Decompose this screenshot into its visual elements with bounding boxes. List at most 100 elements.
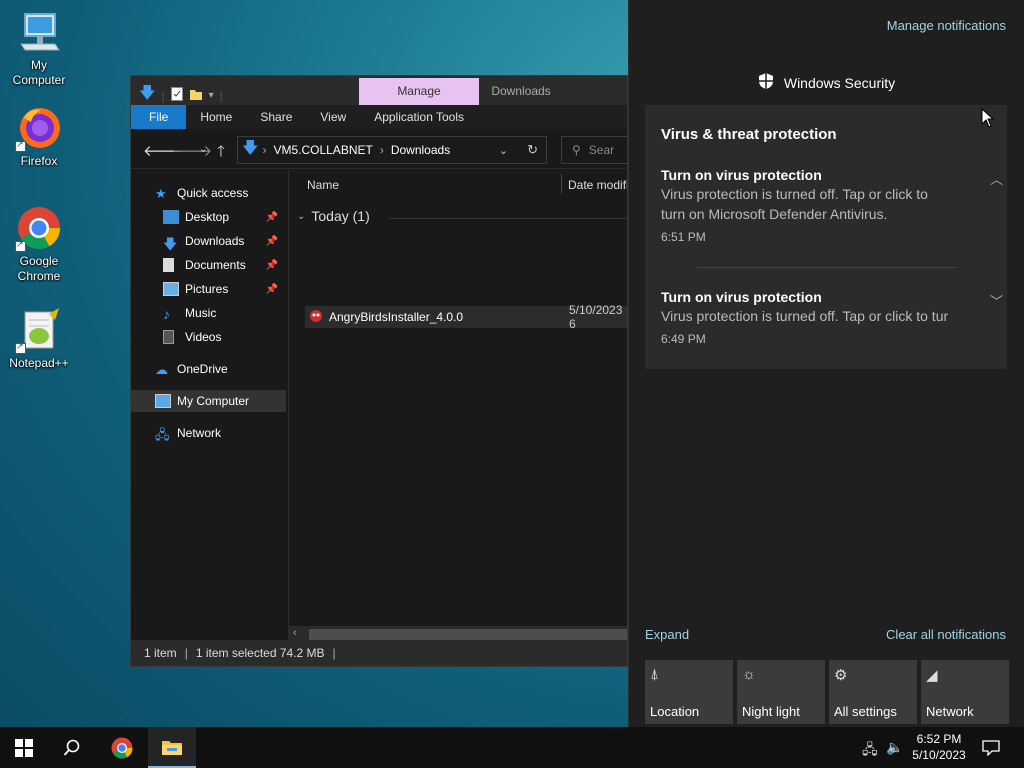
customize-qat-icon[interactable]: ▾	[209, 90, 214, 101]
window-title-downloads: Downloads	[491, 84, 551, 98]
nav-quick-access[interactable]: ★ Quick access	[131, 182, 286, 204]
notification-item[interactable]: Turn on virus protection Virus protectio…	[661, 289, 1003, 346]
nav-downloads[interactable]: 🡇 Downloads 📌	[131, 230, 286, 252]
quick-action-all-settings[interactable]: ⚙ All settings	[829, 660, 917, 724]
tab-application-tools[interactable]: Application Tools	[360, 105, 478, 129]
network-icon: 🖧	[155, 427, 170, 442]
navigation-pane: ★ Quick access Desktop 📌 🡇 Downloads 📌 D…	[131, 170, 288, 640]
quick-access-toolbar: 🡇 | ▾ |	[139, 82, 223, 109]
location-icon: ⍋	[650, 666, 660, 683]
file-name: AngryBirdsInstaller_4.0.0	[329, 310, 464, 324]
videos-icon	[163, 330, 174, 344]
column-headers: Name Date modifi	[289, 170, 627, 196]
mouse-cursor-icon	[981, 108, 995, 128]
group-header-today[interactable]: ⌄ Today (1)	[297, 208, 370, 224]
desktop-icon-firefox[interactable]: Firefox	[4, 104, 74, 169]
breadcrumb-current[interactable]: Downloads	[391, 143, 450, 157]
pin-icon: 📌	[265, 211, 278, 223]
desktop-icon-my-computer[interactable]: My Computer	[4, 8, 74, 88]
new-folder-icon[interactable]	[189, 87, 203, 104]
breadcrumb-root[interactable]: VM5.COLLABNET	[273, 143, 372, 157]
address-dropdown-icon[interactable]: ⌄	[499, 144, 508, 157]
windows-logo-icon	[15, 738, 33, 757]
desktop-icon-label: Notepad++	[9, 356, 69, 370]
nav-onedrive[interactable]: ☁ OneDrive	[131, 358, 286, 380]
notification-time: 6:51 PM	[661, 230, 706, 244]
collapse-chevron-icon: ⌄	[297, 210, 306, 222]
network-icon: ◢	[926, 667, 938, 684]
nav-network[interactable]: 🖧 Network	[131, 422, 286, 444]
up-arrow-icon[interactable]: 🡑	[217, 141, 225, 166]
nav-label: Music	[185, 306, 217, 320]
network-tray-icon[interactable]: 🖧	[862, 739, 878, 763]
nav-documents[interactable]: Documents 📌	[131, 254, 286, 276]
tab-manage[interactable]: Manage	[359, 78, 479, 105]
quick-action-network[interactable]: ◢ Network	[921, 660, 1009, 724]
column-name[interactable]: Name	[307, 178, 339, 192]
notification-item[interactable]: Turn on virus protection Virus protectio…	[661, 167, 1003, 244]
column-divider[interactable]	[561, 174, 562, 194]
documents-icon	[163, 258, 174, 272]
start-button[interactable]	[0, 727, 48, 768]
file-list: Name Date modifi ⌄ Today (1) AngryBirdsI…	[289, 170, 627, 640]
desktop-icon-chrome[interactable]: Google Chrome	[4, 204, 74, 284]
notification-body-line1: Virus protection is turned off. Tap or c…	[661, 186, 928, 202]
recent-locations-icon[interactable]: ⌄	[199, 144, 207, 155]
taskbar-chrome[interactable]	[98, 727, 146, 768]
desktop-icon-notepadpp[interactable]: Notepad++	[4, 306, 74, 371]
nav-videos[interactable]: Videos	[131, 326, 286, 348]
scrollbar-thumb[interactable]	[309, 629, 627, 640]
expand-chevron-icon[interactable]: ﹀	[990, 291, 1003, 310]
download-arrow-icon[interactable]: 🡇	[139, 82, 155, 109]
star-icon: ★	[155, 186, 167, 201]
search-box[interactable]: ⚲ Sear	[561, 136, 627, 164]
properties-icon[interactable]	[170, 87, 183, 104]
nav-desktop[interactable]: Desktop 📌	[131, 206, 286, 228]
tab-share[interactable]: Share	[246, 105, 306, 129]
title-bar: 🡇 | ▾ | Manage Downloads	[131, 76, 627, 105]
notification-icon	[982, 739, 1000, 756]
action-center-button[interactable]	[968, 727, 1014, 768]
address-bar[interactable]: 🡇 › VM5.COLLABNET › Downloads ⌄ ↻	[237, 136, 547, 164]
app-name: Windows Security	[783, 74, 896, 91]
notification-divider	[697, 267, 957, 268]
shortcut-arrow-icon	[15, 341, 26, 354]
file-row[interactable]: AngryBirdsInstaller_4.0.0 5/10/2023 6	[305, 303, 627, 331]
nav-label: Quick access	[177, 186, 249, 200]
firefox-icon	[15, 104, 63, 152]
manage-notifications-link[interactable]: Manage notifications	[887, 18, 1006, 33]
search-button[interactable]	[48, 727, 96, 768]
quick-action-location[interactable]: ⍋ Location	[645, 660, 733, 724]
taskbar-clock[interactable]: 6:52 PM 5/10/2023	[912, 731, 966, 763]
scroll-left-icon[interactable]: ‹	[293, 627, 297, 639]
refresh-icon[interactable]: ↻	[527, 142, 538, 158]
gear-icon: ⚙	[834, 667, 848, 684]
quick-action-label: All settings	[834, 704, 897, 719]
quick-action-label: Network	[926, 704, 974, 719]
computer-icon	[155, 394, 171, 408]
quick-action-night-light[interactable]: ☼ Night light	[737, 660, 825, 724]
nav-my-computer[interactable]: My Computer	[131, 390, 286, 412]
downloads-icon: 🡇	[163, 236, 178, 252]
nav-music[interactable]: ♪ Music	[131, 302, 286, 324]
taskbar: 🖧 🔈 6:52 PM 5/10/2023	[0, 727, 1024, 768]
clear-all-notifications-link[interactable]: Clear all notifications	[886, 627, 1006, 642]
notification-title: Turn on virus protection	[661, 289, 822, 305]
expand-quick-actions-link[interactable]: Expand	[645, 627, 689, 642]
shield-icon	[758, 72, 774, 93]
folder-icon	[162, 740, 182, 755]
volume-icon[interactable]: 🔈	[886, 739, 903, 756]
taskbar-file-explorer[interactable]	[148, 727, 196, 768]
nav-pictures[interactable]: Pictures 📌	[131, 278, 286, 300]
downloads-folder-icon: 🡇	[242, 139, 259, 157]
tab-view[interactable]: View	[306, 105, 360, 129]
desktop-icon-label: My Computer	[12, 58, 66, 87]
quick-action-label: Location	[650, 704, 700, 719]
nav-label: OneDrive	[177, 362, 228, 376]
quick-action-label: Night light	[742, 704, 800, 719]
breadcrumb-separator: ›	[262, 143, 267, 157]
collapse-chevron-icon[interactable]: ︿	[990, 169, 1003, 188]
column-date-modified[interactable]: Date modifi	[568, 178, 627, 192]
music-icon: ♪	[163, 306, 170, 322]
notification-group[interactable]: Virus & threat protection Turn on virus …	[645, 105, 1007, 369]
